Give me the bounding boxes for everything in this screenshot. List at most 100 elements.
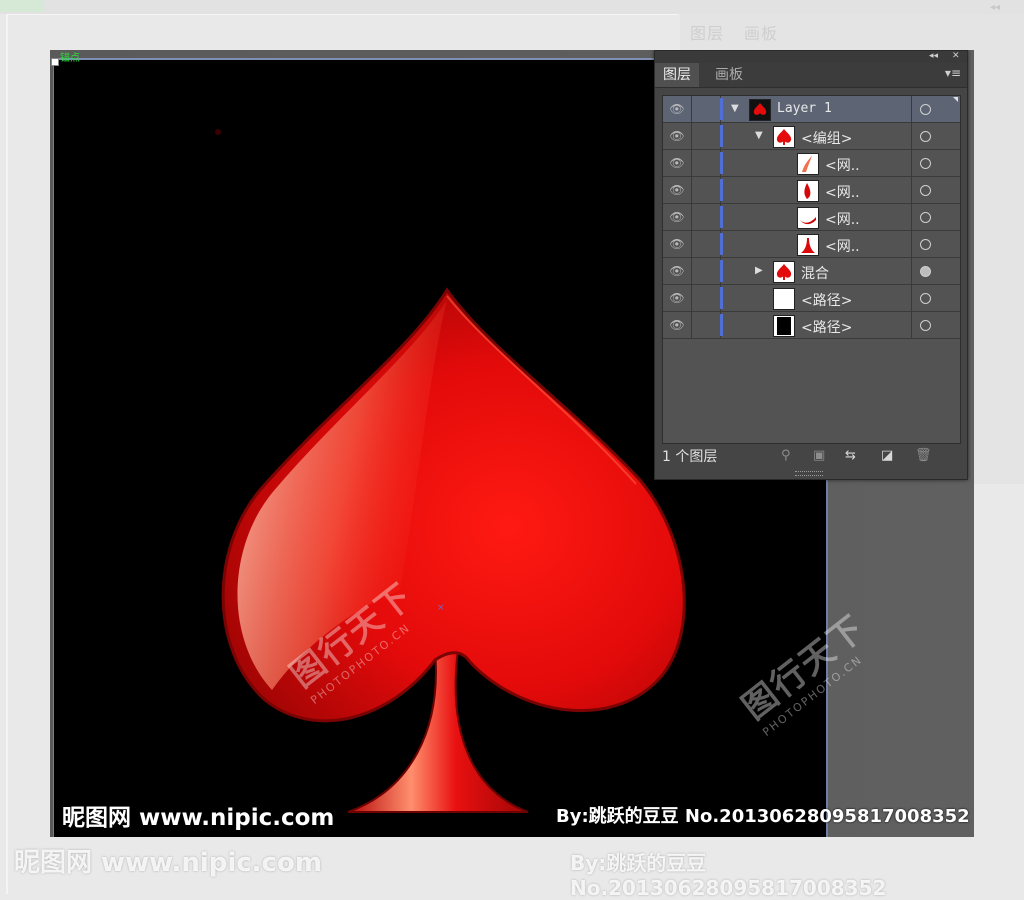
lock-toggle[interactable] [692, 96, 721, 122]
layer-name-cell[interactable]: <路径> [725, 285, 912, 311]
layer-name: <网.. [825, 158, 860, 174]
target-icon[interactable] [912, 204, 960, 230]
visibility-eye-icon[interactable]: 👁 [663, 204, 692, 230]
background-ghost-tabs: 图层 画板 [690, 24, 779, 43]
visibility-eye-icon[interactable]: 👁 [663, 123, 692, 149]
background-ghost-controls: ◂◂ [990, 2, 1001, 13]
credit-watermark: By:跳跃的豆豆 No.20130628095817008352 [556, 806, 970, 827]
layer-color-bar [720, 179, 723, 201]
collapse-triangle-icon[interactable]: ▼ [731, 103, 739, 114]
delete-icon[interactable]: 🗑 [915, 448, 932, 463]
layer-thumbnail [773, 261, 795, 283]
target-ring-icon [920, 212, 931, 223]
target-icon[interactable] [912, 258, 960, 284]
visibility-eye-icon[interactable]: 👁 [663, 231, 692, 257]
visibility-eye-icon[interactable]: 👁 [663, 285, 692, 311]
layer-color-bar [720, 206, 723, 228]
layer-name-cell[interactable]: ▼ <编组> [725, 123, 912, 149]
layer-row[interactable]: 👁 <路径> [663, 312, 960, 339]
layer-thumbnail [797, 207, 819, 229]
target-icon[interactable] [912, 96, 960, 122]
lock-toggle[interactable] [692, 123, 721, 149]
lock-toggle[interactable] [692, 150, 721, 176]
layer-name-cell[interactable]: ▶ 混合 [725, 258, 912, 284]
target-ring-icon [920, 104, 931, 115]
layer-color-bar [720, 314, 723, 336]
svg-text:×: × [437, 603, 445, 613]
layers-list: 👁 ▼ Layer 1 👁 ▼ <编组> 👁 <网.. 👁 <网.. 👁 <网.. 👁 <网.. 👁 ▶ 混合 👁… [662, 95, 961, 444]
background-divider-top [8, 14, 678, 15]
lock-toggle[interactable] [692, 285, 721, 311]
layer-name: 混合 [801, 266, 829, 282]
target-icon[interactable] [912, 123, 960, 149]
close-panel-icon[interactable]: ✕ [952, 51, 960, 61]
layer-row[interactable]: 👁 <网.. [663, 231, 960, 258]
target-icon[interactable] [912, 150, 960, 176]
panel-resize-grip[interactable] [795, 471, 823, 476]
new-layer-icon[interactable]: ◪ [881, 448, 893, 463]
target-icon[interactable] [912, 285, 960, 311]
layer-thumbnail [749, 99, 771, 121]
visibility-eye-icon[interactable]: 👁 [663, 312, 692, 338]
visibility-eye-icon[interactable]: 👁 [663, 96, 692, 122]
target-ring-icon [920, 266, 931, 277]
target-ring-icon [920, 293, 931, 304]
target-ring-icon [920, 158, 931, 169]
layer-row[interactable]: 👁 <网.. [663, 177, 960, 204]
layer-color-bar [720, 260, 723, 282]
illustrator-capture: 锚点 × 图行天下 PHOTOPHOTO.CN 图行天下 PHOTOPHOTO.… [50, 50, 974, 837]
layer-color-bar [720, 287, 723, 309]
visibility-eye-icon[interactable]: 👁 [663, 150, 692, 176]
target-icon[interactable] [912, 177, 960, 203]
clipping-mask-icon[interactable]: ▣ [813, 448, 825, 463]
background-divider [6, 14, 8, 894]
panel-tabs: 图层 画板 ▾≡ [655, 63, 967, 88]
layer-name-cell[interactable]: <网.. [725, 177, 912, 203]
layer-name-cell[interactable]: ▼ Layer 1 [725, 96, 912, 122]
tab-artboards[interactable]: 画板 [707, 63, 751, 87]
layer-name-cell[interactable]: <网.. [725, 204, 912, 230]
layer-row[interactable]: 👁 <网.. [663, 150, 960, 177]
layer-name-cell[interactable]: <路径> [725, 312, 912, 338]
layer-name: <网.. [825, 212, 860, 228]
layer-color-bar [720, 125, 723, 147]
target-icon[interactable] [912, 231, 960, 257]
layer-row-top[interactable]: 👁 ▼ Layer 1 [663, 96, 960, 123]
new-sublayer-icon[interactable]: ⇆ [845, 448, 856, 463]
layer-name-cell[interactable]: <网.. [725, 150, 912, 176]
target-icon[interactable] [912, 312, 960, 338]
layers-panel: ◂◂ ✕ 图层 画板 ▾≡ 👁 ▼ Layer 1 👁 ▼ <编组> 👁 <网.. 👁 <网.. 👁… [654, 50, 968, 480]
lock-toggle[interactable] [692, 204, 721, 230]
layer-name: <路径> [801, 320, 853, 336]
layer-thumbnail [797, 180, 819, 202]
layer-row[interactable]: 👁 <路径> [663, 285, 960, 312]
site-watermark-outer: 昵图网 www.nipic.com [14, 848, 322, 878]
collapse-triangle-icon[interactable]: ▼ [755, 130, 763, 141]
layer-row[interactable]: 👁 ▼ <编组> [663, 123, 960, 150]
visibility-eye-icon[interactable]: 👁 [663, 177, 692, 203]
expand-triangle-icon[interactable]: ▶ [755, 265, 763, 276]
tab-layers[interactable]: 图层 [655, 63, 699, 87]
lock-toggle[interactable] [692, 258, 721, 284]
panel-titlebar[interactable]: ◂◂ ✕ [655, 51, 967, 63]
lock-toggle[interactable] [692, 312, 721, 338]
lock-toggle[interactable] [692, 177, 721, 203]
layer-name-cell[interactable]: <网.. [725, 231, 912, 257]
target-ring-icon [920, 320, 931, 331]
panel-menu-icon[interactable]: ▾≡ [945, 66, 961, 80]
layer-row[interactable]: 👁 ▶ 混合 [663, 258, 960, 285]
collapse-panel-icon[interactable]: ◂◂ [929, 51, 938, 61]
layer-row[interactable]: 👁 <网.. [663, 204, 960, 231]
site-watermark: 昵图网 www.nipic.com [62, 805, 335, 831]
credit-watermark-outer: By:跳跃的豆豆 No.20130628095817008352 [570, 851, 887, 900]
visibility-eye-icon[interactable]: 👁 [663, 258, 692, 284]
layer-name: <网.. [825, 185, 860, 201]
layer-name: <路径> [801, 293, 853, 309]
search-icon[interactable]: ⚲ [781, 448, 791, 463]
lock-toggle[interactable] [692, 231, 721, 257]
layer-name: <网.. [825, 239, 860, 255]
layer-thumbnail [797, 153, 819, 175]
layer-thumbnail [773, 315, 795, 337]
layer-color-bar [720, 152, 723, 174]
layer-thumbnail [797, 234, 819, 256]
